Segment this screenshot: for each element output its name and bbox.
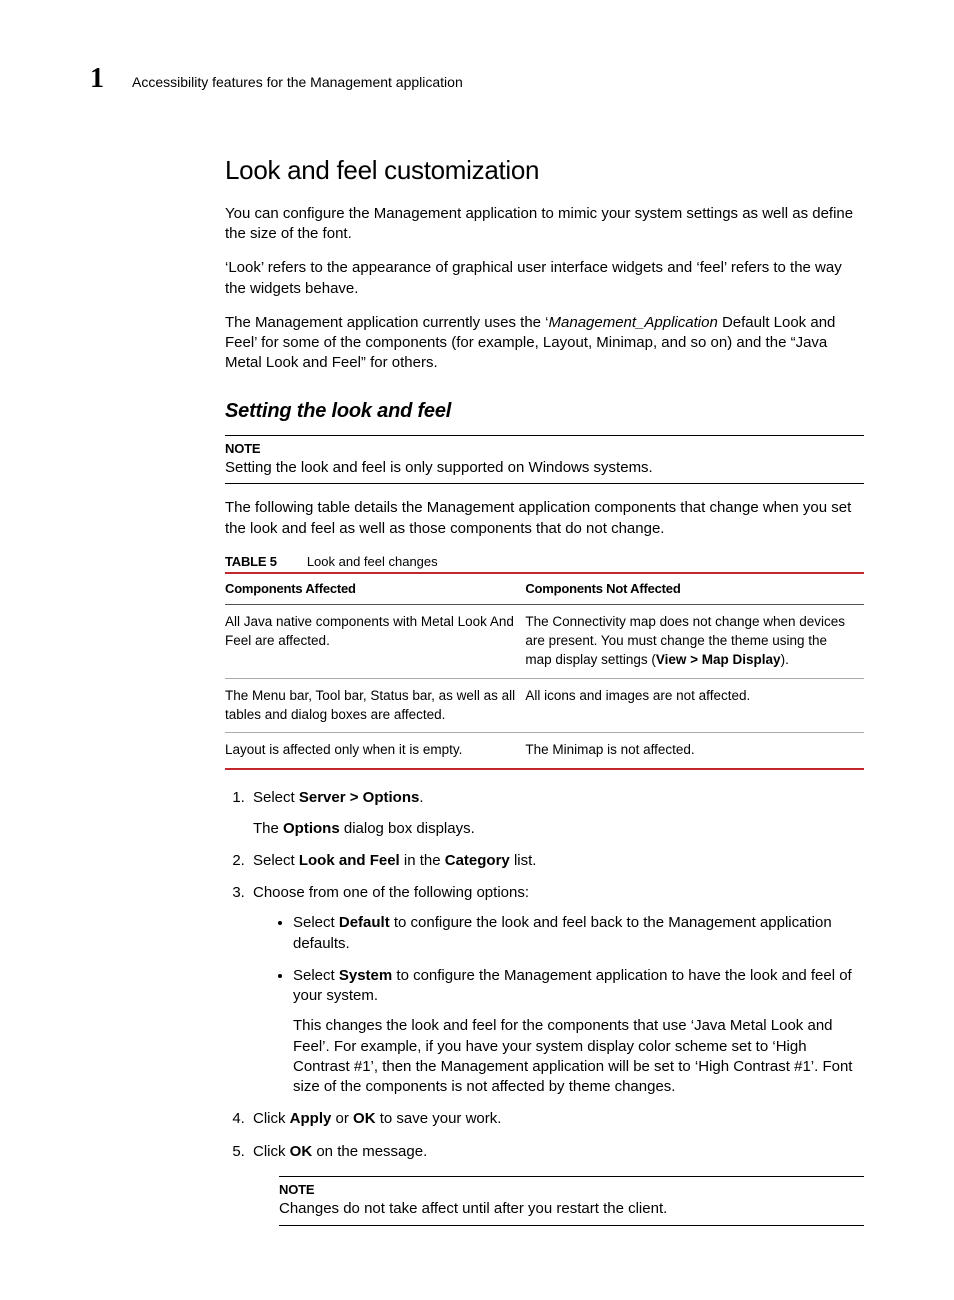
table-cell: All icons and images are not affected. [525,678,864,733]
option-detail: This changes the look and feel for the c… [293,1016,864,1097]
table-row: The Menu bar, Tool bar, Status bar, as w… [225,678,864,733]
note-block: NOTE Setting the look and feel is only s… [225,435,864,485]
text-run: . [419,789,423,806]
table-cell: Layout is affected only when it is empty… [225,733,525,769]
bold-term: View > Map Display [656,652,781,667]
table-cell: All Java native components with Metal Lo… [225,605,525,679]
bold-term: OK [290,1143,313,1160]
table-header: Components Not Affected [525,573,864,604]
text-run: The [253,820,283,837]
paragraph: The Management application currently use… [225,313,864,374]
text-run: to save your work. [376,1110,502,1127]
look-and-feel-table: Components Affected Components Not Affec… [225,572,864,770]
text-run: Click [253,1143,290,1160]
procedure-list: Select Server > Options. The Options dia… [225,788,864,1225]
options-list: Select Default to configure the look and… [253,913,864,1097]
section-title: Look and feel customization [225,153,864,188]
bold-term: Server > Options [299,789,419,806]
text-run: The Minimap is not affected. [525,742,694,757]
table-cell: The Connectivity map does not change whe… [525,605,864,679]
note-label: NOTE [225,440,864,458]
bold-term: Default [339,914,390,931]
table-number: TABLE 5 [225,554,277,569]
step: Select Look and Feel in the Category lis… [249,851,864,871]
bold-term: System [339,967,392,984]
step-sub: The Options dialog box displays. [253,819,864,839]
option-item: Select System to configure the Managemen… [293,966,864,1098]
text-run: Select [293,967,339,984]
table-row: Layout is affected only when it is empty… [225,733,864,769]
subsection-title: Setting the look and feel [225,398,864,425]
text-run: Choose from one of the following options… [253,884,529,901]
note-text: Changes do not take affect until after y… [279,1200,667,1217]
text-run: on the message. [312,1143,427,1160]
bold-term: Category [445,852,510,869]
step: Select Server > Options. The Options dia… [249,788,864,839]
text-run: in the [400,852,445,869]
bold-term: OK [353,1110,376,1127]
text-run: Select [253,852,299,869]
running-header: 1 Accessibility features for the Managem… [90,60,864,98]
text-run: or [331,1110,353,1127]
table-row: All Java native components with Metal Lo… [225,605,864,679]
bold-term: Options [283,820,340,837]
text-run: ). [781,652,789,667]
text-run: dialog box displays. [340,820,475,837]
text-run: All icons and images are not affected. [525,688,750,703]
text-run: Select [293,914,339,931]
paragraph: ‘Look’ refers to the appearance of graph… [225,258,864,299]
option-item: Select Default to configure the look and… [293,913,864,954]
step: Click Apply or OK to save your work. [249,1109,864,1129]
content-column: Look and feel customization You can conf… [225,153,864,1226]
table-cell: The Minimap is not affected. [525,733,864,769]
italic-term: Management_Application [549,314,718,331]
note-block: NOTE Changes do not take affect until af… [279,1176,864,1226]
bold-term: Apply [290,1110,332,1127]
bold-term: Look and Feel [299,852,400,869]
note-text: Setting the look and feel is only suppor… [225,459,653,476]
text-run: The Management application currently use… [225,314,549,331]
paragraph: You can configure the Management applica… [225,204,864,245]
text-run: Click [253,1110,290,1127]
step: Choose from one of the following options… [249,883,864,1097]
paragraph: The following table details the Manageme… [225,498,864,539]
page: 1 Accessibility features for the Managem… [0,0,954,1300]
running-title: Accessibility features for the Managemen… [132,73,463,92]
table-caption: TABLE 5 Look and feel changes [225,553,864,571]
text-run: Select [253,789,299,806]
step: Click OK on the message. NOTE Changes do… [249,1142,864,1226]
table-cell: The Menu bar, Tool bar, Status bar, as w… [225,678,525,733]
text-run: list. [510,852,537,869]
table-title: Look and feel changes [307,554,438,569]
table-header: Components Affected [225,573,525,604]
chapter-number: 1 [90,60,104,98]
note-label: NOTE [279,1181,864,1199]
